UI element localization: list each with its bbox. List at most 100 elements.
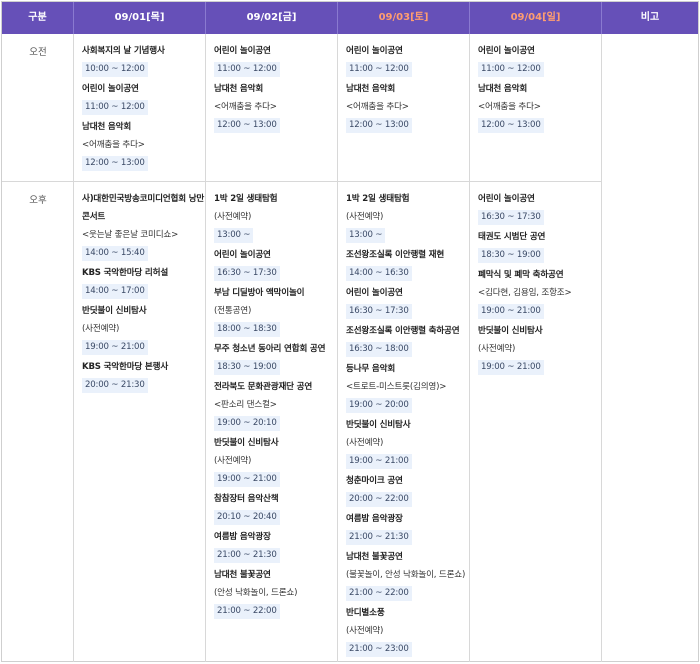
event-title: 어린이 놀이공연 — [346, 288, 403, 298]
event-item: 1박 2일 생태탐험 (사전예약) 13:00 ~ — [214, 190, 338, 246]
event-time: 20:10 ~ 20:40 — [214, 510, 280, 525]
event-title: 어린이 놀이공연 — [478, 46, 535, 56]
event-title: 반딧불이 신비탐사 — [214, 438, 279, 448]
header-day-2: 09/02[금] — [206, 2, 338, 34]
am-cell-day-4: 어린이 놀이공연 11:00 ~ 12:00 남대천 음악회 <어깨춤을 추다> 12:… — [478, 42, 602, 136]
event-time: 19:00 ~ 21:00 — [82, 340, 148, 355]
event-time: 12:00 ~ 13:00 — [82, 156, 148, 171]
event-time: 14:00 ~ 17:00 — [82, 284, 148, 299]
event-time: 20:00 ~ 21:30 — [82, 378, 148, 393]
event-subtitle: (전통공연) — [214, 306, 252, 316]
pm-cell-day-4: 어린이 놀이공연 16:30 ~ 17:30 태권도 시범단 공연 18:30 ~ 1… — [478, 190, 602, 378]
am-cell-day-3: 어린이 놀이공연 11:00 ~ 12:00 남대천 음악회 <어깨춤을 추다> 12:… — [346, 42, 470, 136]
event-title: 어린이 놀이공연 — [214, 250, 271, 260]
event-time: 11:00 ~ 12:00 — [214, 62, 280, 77]
event-time: 21:00 ~ 21:30 — [346, 530, 412, 545]
event-subtitle: (사전예약) — [82, 324, 120, 334]
event-item: 태권도 시범단 공연 18:30 ~ 19:00 — [478, 228, 602, 266]
event-item: 전라북도 문화관광재단 공연 <판소리 댄스컬> 19:00 ~ 20:10 — [214, 378, 338, 434]
event-title: 어린이 놀이공연 — [478, 194, 535, 204]
event-item: 어린이 놀이공연 16:30 ~ 17:30 — [478, 190, 602, 228]
event-time: 18:30 ~ 19:00 — [214, 360, 280, 375]
schedule-table: 구분 09/01[목] 09/02[금] 09/03[토] 09/04[일] 비… — [1, 1, 699, 662]
event-time: 13:00 ~ — [214, 228, 254, 243]
event-item: 어린이 놀이공연 16:30 ~ 17:30 — [346, 284, 470, 322]
event-title: 남대천 음악회 — [478, 84, 528, 94]
event-item: 청춘마이크 공연 20:00 ~ 22:00 — [346, 472, 470, 510]
event-item: 1박 2일 생태탐험 (사전예약) 13:00 ~ — [346, 190, 470, 246]
event-item: 반딧불이 신비탐사 (사전예약) 19:00 ~ 21:00 — [478, 322, 602, 378]
event-item: 무주 청소년 동아리 연합회 공연 18:30 ~ 19:00 — [214, 340, 338, 378]
event-item: 남대천 음악회 <어깨춤을 추다> 12:00 ~ 13:00 — [478, 80, 602, 136]
event-subtitle: (불꽃놀이, 안성 낙화놀이, 드론쇼) — [346, 570, 466, 580]
event-time: 18:30 ~ 19:00 — [478, 248, 544, 263]
event-subtitle: (사전예약) — [214, 212, 252, 222]
event-title: 무주 청소년 동아리 연합회 공연 — [214, 344, 326, 354]
event-subtitle: <어깨춤을 추다> — [82, 140, 145, 150]
pm-cell-day-1: 사)대한민국방송코미디언협회 낭만 콘서트 <웃는날 좋은날 코미디쇼> 14:00… — [82, 190, 206, 396]
event-time: 13:00 ~ — [346, 228, 386, 243]
event-time: 19:00 ~ 21:00 — [346, 454, 412, 469]
event-subtitle: <판소리 댄스컬> — [214, 400, 277, 410]
event-time: 19:00 ~ 21:00 — [478, 360, 544, 375]
event-subtitle: <어깨춤을 추다> — [214, 102, 277, 112]
event-item: 참참장터 음악산책 20:10 ~ 20:40 — [214, 490, 338, 528]
event-time: 19:00 ~ 20:00 — [346, 398, 412, 413]
event-title: 반딧불이 신비탐사 — [478, 326, 543, 336]
event-item: 어린이 놀이공연 11:00 ~ 12:00 — [82, 80, 206, 118]
event-title: 여름밤 음악광장 — [346, 514, 403, 524]
event-item: KBS 국악한마당 본행사 20:00 ~ 21:30 — [82, 358, 206, 396]
event-subtitle: <웃는날 좋은날 코미디쇼> — [82, 230, 179, 240]
pm-cell-day-3: 1박 2일 생태탐험 (사전예약) 13:00 ~ 조선왕조실록 이안행렬 재현 14:… — [346, 190, 470, 660]
event-title: 어린이 놀이공연 — [82, 84, 139, 94]
event-subtitle: (사전예약) — [214, 456, 252, 466]
event-item: 남대천 불꽃공연 (안성 낙화놀이, 드론쇼) 21:00 ~ 22:00 — [214, 566, 338, 622]
event-item: 남대천 음악회 <어깨춤을 추다> 12:00 ~ 13:00 — [82, 118, 206, 174]
pm-cell-day-2: 1박 2일 생태탐험 (사전예약) 13:00 ~ 어린이 놀이공연 16:30 ~ 1… — [214, 190, 338, 622]
event-title: 조선왕조실록 이안행렬 재현 — [346, 250, 445, 260]
event-item: 여름밤 음악광장 21:00 ~ 21:30 — [346, 510, 470, 548]
event-time: 21:00 ~ 22:00 — [346, 586, 412, 601]
event-subtitle: (사전예약) — [346, 438, 384, 448]
event-time: 19:00 ~ 21:00 — [214, 472, 280, 487]
event-time: 18:00 ~ 18:30 — [214, 322, 280, 337]
event-item: 여름밤 음악광장 21:00 ~ 21:30 — [214, 528, 338, 566]
event-time: 11:00 ~ 12:00 — [346, 62, 412, 77]
event-time: 21:00 ~ 22:00 — [214, 604, 280, 619]
event-item: 어린이 놀이공연 11:00 ~ 12:00 — [214, 42, 338, 80]
row-label-am: 오전 — [29, 47, 47, 58]
event-subtitle: (사전예약) — [346, 626, 384, 636]
event-subtitle: (안성 낙화놀이, 드론쇼) — [214, 588, 298, 598]
event-item: 조선왕조실록 이안행렬 축하공연 16:30 ~ 18:00 — [346, 322, 470, 360]
event-title: KBS 국악한마당 리허설 — [82, 268, 169, 278]
event-time: 12:00 ~ 13:00 — [346, 118, 412, 133]
event-title: 1박 2일 생태탐험 — [214, 194, 278, 204]
event-item: 반딧불이 신비탐사 (사전예약) 19:00 ~ 21:00 — [82, 302, 206, 358]
event-item: 조선왕조실록 이안행렬 재현 14:00 ~ 16:30 — [346, 246, 470, 284]
event-title: 참참장터 음악산책 — [214, 494, 279, 504]
table-header: 구분 09/01[목] 09/02[금] 09/03[토] 09/04[일] 비… — [2, 2, 698, 34]
event-time: 21:00 ~ 21:30 — [214, 548, 280, 563]
event-title: 태권도 시범단 공연 — [478, 232, 546, 242]
event-title: 사회복지의 날 기념행사 — [82, 46, 165, 56]
event-item: KBS 국악한마당 리허설 14:00 ~ 17:00 — [82, 264, 206, 302]
header-note: 비고 — [640, 12, 660, 23]
event-title: 여름밤 음악광장 — [214, 532, 271, 542]
event-title: 반디별소풍 — [346, 608, 385, 618]
event-item: 남대천 불꽃공연 (불꽃놀이, 안성 낙화놀이, 드론쇼) 21:00 ~ 22:0… — [346, 548, 470, 604]
event-subtitle: (사전예약) — [346, 212, 384, 222]
event-time: 11:00 ~ 12:00 — [478, 62, 544, 77]
event-time: 14:00 ~ 16:30 — [346, 266, 412, 281]
event-item: 남대천 음악회 <어깨춤을 추다> 12:00 ~ 13:00 — [346, 80, 470, 136]
header-day-4: 09/04[일] — [470, 2, 602, 34]
event-time: 21:00 ~ 23:00 — [346, 642, 412, 657]
event-title: KBS 국악한마당 본행사 — [82, 362, 169, 372]
event-title: 남대천 음악회 — [214, 84, 264, 94]
event-title: 남대천 불꽃공연 — [346, 552, 403, 562]
event-time: 12:00 ~ 13:00 — [214, 118, 280, 133]
event-title: 남대천 불꽃공연 — [214, 570, 271, 580]
event-time: 19:00 ~ 21:00 — [478, 304, 544, 319]
event-title: 전라북도 문화관광재단 공연 — [214, 382, 313, 392]
event-title: 어린이 놀이공연 — [214, 46, 271, 56]
event-item: 부남 디딜방아 액막이놀이 (전통공연) 18:00 ~ 18:30 — [214, 284, 338, 340]
